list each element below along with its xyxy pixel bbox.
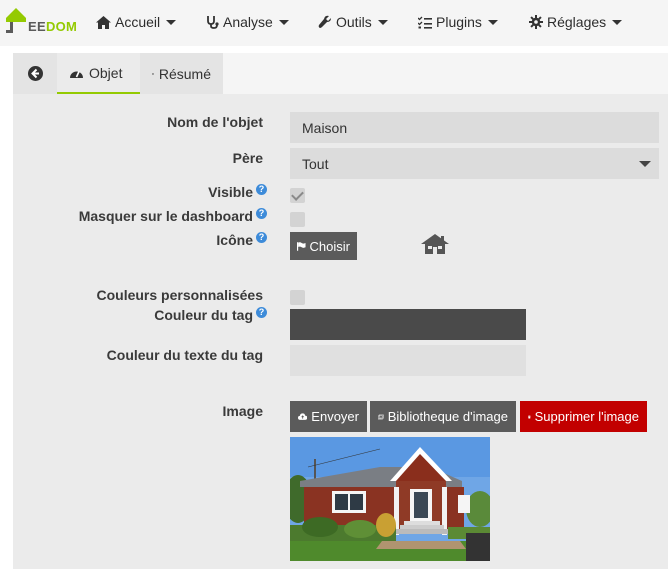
custom-colors-checkbox[interactable]: [290, 290, 305, 305]
nav-accueil[interactable]: Accueil: [96, 13, 177, 31]
top-navbar: EEDOM Accueil Analyse Outils Plugins Rég…: [0, 0, 668, 46]
nav-plugins[interactable]: Plugins: [418, 13, 498, 31]
visible-checkbox[interactable]: [290, 188, 305, 203]
tag-color-picker[interactable]: [290, 309, 526, 340]
tab-resume[interactable]: Résumé: [140, 53, 223, 94]
cloud-upload-icon: [298, 413, 308, 420]
image-library-button[interactable]: Bibliotheque d'image: [370, 401, 516, 432]
tasks-icon: [418, 16, 432, 29]
nav-analyse[interactable]: Analyse: [206, 13, 289, 31]
choose-icon-button[interactable]: Choisir: [290, 232, 357, 260]
home-icon: [96, 15, 111, 29]
chevron-down-icon: [166, 19, 177, 25]
nav-accueil-label: Accueil: [115, 14, 161, 30]
parent-select[interactable]: Tout: [290, 148, 659, 179]
upload-button-label: Envoyer: [311, 409, 359, 424]
nav-plugins-label: Plugins: [436, 14, 482, 30]
tab-resume-label: Résumé: [158, 65, 211, 82]
parent-label: Père: [232, 150, 263, 166]
chevron-down-icon: [377, 19, 388, 25]
choose-button-label: Choisir: [309, 238, 350, 254]
dashboard-gauge-icon: [70, 70, 83, 78]
logo-text-dom: DOM: [45, 19, 78, 34]
delete-button-label: Supprimer l'image: [534, 409, 639, 424]
library-button-label: Bibliotheque d'image: [387, 409, 508, 424]
gear-icon: [529, 15, 543, 29]
object-name-value: Maison: [302, 119, 348, 136]
logo-house-icon: [6, 8, 26, 33]
chevron-down-icon: [639, 161, 651, 167]
tab-objet-label: Objet: [89, 64, 123, 81]
object-image: [290, 437, 490, 561]
wrench-icon: [318, 15, 331, 28]
arrow-left-circle-icon: [27, 66, 43, 81]
chevron-down-icon: [612, 19, 623, 25]
nav-outils-label: Outils: [336, 14, 372, 30]
chevron-down-icon: [278, 19, 289, 25]
tag-text-color-picker[interactable]: [290, 345, 526, 376]
hide-dashboard-label-text: Masquer sur le dashboard: [78, 208, 253, 224]
visible-label: Visible?: [208, 184, 267, 200]
jeedom-logo[interactable]: EEDOM: [4, 4, 78, 36]
object-config-panel: Objet Résumé Nom de l'objet Maison Père …: [13, 53, 668, 569]
delete-image-button[interactable]: Supprimer l'image: [520, 401, 647, 432]
nav-reglages-label: Réglages: [547, 14, 607, 30]
icon-label-text: Icône: [216, 232, 253, 248]
upload-image-button[interactable]: Envoyer: [290, 401, 367, 432]
nav-reglages[interactable]: Réglages: [529, 13, 623, 31]
tag-text-color-label: Couleur du texte du tag: [106, 347, 263, 363]
help-icon[interactable]: ?: [256, 307, 267, 318]
tab-bar: Objet Résumé: [13, 53, 668, 94]
parent-select-value: Tout: [302, 155, 329, 172]
help-icon[interactable]: ?: [256, 184, 267, 195]
hide-dashboard-label: Masquer sur le dashboard?: [79, 208, 267, 224]
hide-dashboard-checkbox[interactable]: [290, 212, 305, 227]
list-alt-icon: [152, 72, 154, 75]
custom-colors-label: Couleurs personnalisées: [96, 287, 263, 303]
nav-analyse-label: Analyse: [223, 14, 273, 30]
object-name-label: Nom de l'objet: [167, 114, 263, 130]
object-name-input[interactable]: Maison: [290, 112, 659, 143]
house-photo: [290, 437, 490, 561]
nav-outils[interactable]: Outils: [318, 13, 388, 31]
back-button[interactable]: [13, 53, 57, 94]
chevron-down-icon: [487, 19, 498, 25]
images-icon: [378, 414, 384, 419]
logo-text-ee: EE: [28, 19, 46, 34]
help-icon[interactable]: ?: [256, 208, 267, 219]
tag-color-label: Couleur du tag?: [154, 307, 267, 323]
image-label: Image: [222, 403, 263, 419]
help-icon[interactable]: ?: [256, 232, 267, 243]
stethoscope-icon: [207, 16, 219, 29]
tag-color-label-text: Couleur du tag: [154, 307, 253, 323]
trash-icon: [528, 415, 531, 418]
flag-icon: [297, 241, 306, 251]
tab-objet[interactable]: Objet: [57, 53, 140, 94]
icon-label: Icône?: [216, 232, 267, 248]
house-icon: [421, 234, 449, 254]
visible-label-text: Visible: [208, 184, 253, 200]
